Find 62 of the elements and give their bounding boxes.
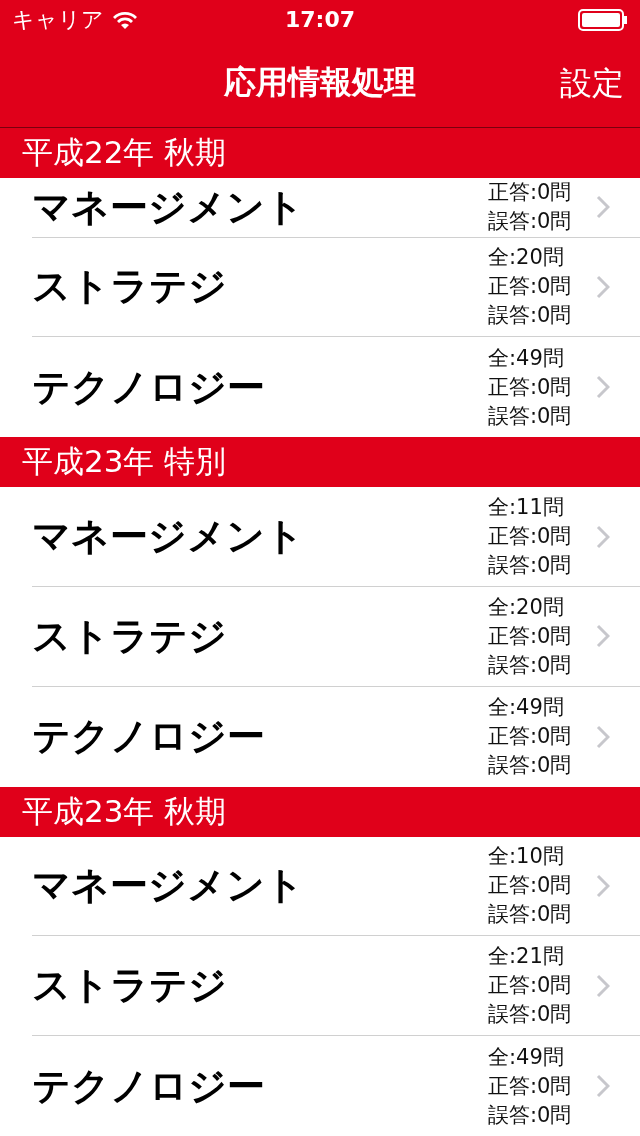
list-row[interactable]: ストラテジ 全:20問 正答:0問 誤答:0問: [0, 237, 640, 338]
stat-text: 全:49問: [488, 694, 565, 722]
wifi-icon: [112, 9, 138, 30]
row-title: マネージメント: [32, 513, 305, 561]
list-row[interactable]: ストラテジ 全:20問 正答:0問 誤答:0問: [0, 586, 640, 687]
list-row[interactable]: テクノロジー 全:49問 正答:0問 誤答:0問: [0, 337, 640, 438]
row-title: テクノロジー: [32, 713, 266, 761]
stat-text: 誤答:0問: [488, 208, 573, 236]
list-row[interactable]: マネージメント 全:10問 正答:0問 誤答:0問: [0, 836, 640, 937]
chevron-icon: [596, 973, 610, 998]
row-title: ストラテジ: [32, 263, 228, 311]
nav-title: 応用情報処理: [224, 62, 416, 104]
stat-text: 誤答:0問: [488, 651, 573, 679]
section-header: 平成22年 秋期: [0, 127, 640, 178]
list-row[interactable]: テクノロジー 全:49問 正答:0問 誤答:0問: [0, 1036, 640, 1136]
stat-text: 全:20問: [488, 244, 565, 272]
stat-text: 正答:0問: [488, 1072, 573, 1100]
list-row[interactable]: テクノロジー 全:49問 正答:0問 誤答:0問: [0, 686, 640, 787]
stat-text: 正答:0問: [488, 723, 573, 751]
chevron-icon: [596, 524, 610, 549]
stat-text: 全:49問: [488, 344, 565, 372]
stat-text: 全:10問: [488, 843, 565, 871]
stat-text: 誤答:0問: [488, 302, 573, 330]
stat-text: 誤答:0問: [488, 901, 573, 929]
section-header: 平成23年 秋期: [0, 786, 640, 837]
stat-text: 誤答:0問: [488, 552, 573, 580]
stat-text: 誤答:0問: [488, 752, 573, 780]
row-title: マネージメント: [32, 183, 305, 231]
stat-text: 正答:0問: [488, 273, 573, 301]
stat-text: 全:49問: [488, 1043, 565, 1071]
status-time: 17:07: [285, 7, 355, 33]
chevron-icon: [596, 274, 610, 299]
settings-button[interactable]: 設定: [560, 61, 624, 106]
stat-text: 正答:0問: [488, 373, 573, 401]
stat-text: 正答:0問: [488, 972, 573, 1000]
stat-text: 誤答:0問: [488, 1001, 573, 1029]
row-title: マネージメント: [32, 862, 305, 910]
stat-text: 全:21問: [488, 943, 565, 971]
section-header: 平成23年 特別: [0, 437, 640, 488]
list-row[interactable]: マネージメント 正答:0問 誤答:0問: [0, 177, 640, 238]
chevron-icon: [596, 624, 610, 649]
row-title: ストラテジ: [32, 962, 228, 1010]
chevron-icon: [596, 195, 610, 220]
list-row[interactable]: ストラテジ 全:21問 正答:0問 誤答:0問: [0, 936, 640, 1037]
row-title: ストラテジ: [32, 612, 228, 660]
stat-text: 全:11問: [488, 494, 565, 522]
chevron-icon: [596, 873, 610, 898]
chevron-icon: [596, 375, 610, 400]
chevron-icon: [596, 724, 610, 749]
carrier-label: キャリア: [12, 5, 104, 34]
chevron-icon: [596, 1074, 610, 1099]
battery-icon: [578, 8, 628, 31]
stat-text: 正答:0問: [488, 179, 573, 207]
stat-text: 全:20問: [488, 593, 565, 621]
stat-text: 正答:0問: [488, 622, 573, 650]
stat-text: 誤答:0問: [488, 402, 573, 430]
list-row[interactable]: マネージメント 全:11問 正答:0問 誤答:0問: [0, 487, 640, 587]
row-title: テクノロジー: [32, 363, 266, 411]
stat-text: 正答:0問: [488, 872, 573, 900]
stat-text: 正答:0問: [488, 523, 573, 551]
stat-text: 誤答:0問: [488, 1101, 573, 1129]
row-title: テクノロジー: [32, 1062, 266, 1110]
